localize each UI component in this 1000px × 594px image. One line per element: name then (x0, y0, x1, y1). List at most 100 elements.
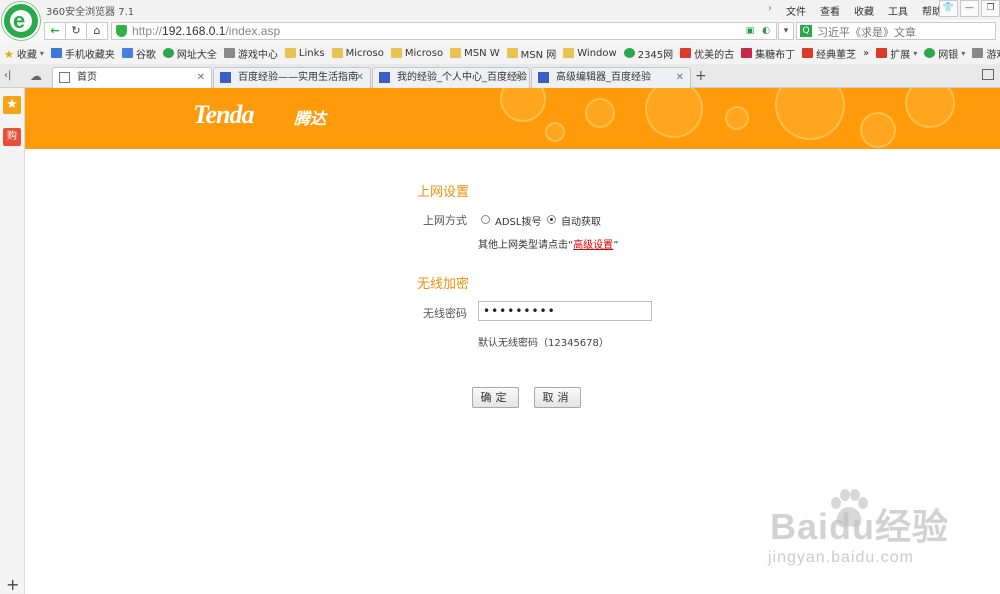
bookmark-classic[interactable]: 经典董芝 (802, 46, 856, 61)
folder-icon (331, 48, 343, 58)
default-password-note: 默认无线密码（12345678） (478, 338, 609, 349)
address-icons: ▣ ◐ (744, 25, 772, 37)
bookmark-bank[interactable]: 网银 ▾ (924, 46, 965, 61)
bookmark-links[interactable]: Links (284, 48, 325, 59)
tab-label: 高级编辑器_百度经验 (556, 72, 651, 83)
chevron-down-icon[interactable]: ▾ (961, 49, 965, 58)
radio-auto[interactable] (547, 215, 556, 224)
bookmark-mobile[interactable]: 手机收藏夹 (50, 46, 115, 61)
url-text[interactable]: http://192.168.0.1/index.asp (132, 24, 280, 38)
baidu-paw-icon (220, 72, 231, 83)
tab-home[interactable]: 首页 ✕ (52, 67, 212, 89)
ok-button[interactable]: 确定 (472, 387, 519, 408)
tab-my-jingyan[interactable]: 我的经验_个人中心_百度经验 ✕ (372, 67, 530, 88)
tab-editor[interactable]: 高级编辑器_百度经验 ✕ (531, 67, 691, 88)
bookmarks-overflow[interactable]: » (863, 48, 869, 59)
close-icon[interactable]: ✕ (197, 68, 205, 87)
decor-bubble (585, 98, 615, 128)
red-s-icon (680, 48, 692, 58)
favorites-star-icon[interactable]: ★ (3, 96, 21, 114)
menu-favorites[interactable]: 收藏 (854, 3, 874, 18)
speed-mode-icon[interactable]: ◐ (760, 25, 772, 37)
search-engine-icon[interactable]: Q (800, 25, 812, 37)
sidebar-add-icon[interactable]: + (6, 575, 19, 594)
radio-auto-label[interactable]: 自动获取 (561, 213, 601, 228)
close-icon[interactable]: ✕ (676, 68, 684, 87)
tenda-banner: Tenda 腾达 (25, 88, 1000, 149)
bookmark-microsoft-2[interactable]: Microso (390, 48, 443, 59)
baidu-watermark-url: jingyan.baidu.com (768, 549, 914, 566)
folder-icon (284, 48, 296, 58)
tenda-logo-cn: 腾达 (294, 109, 327, 128)
wireless-encryption-title: 无线加密 (417, 277, 470, 292)
compat-mode-icon[interactable]: ▣ (744, 25, 756, 37)
minimize-icon[interactable]: — (960, 0, 979, 17)
bookmark-windows[interactable]: Window (563, 48, 617, 59)
cancel-button[interactable]: 取消 (534, 387, 581, 408)
address-row: ← ↻ ⌂ http://192.168.0.1/index.asp ▣ ◐ ▾… (0, 20, 1000, 42)
bookmark-msn-net[interactable]: MSN 网 (506, 46, 556, 61)
wireless-password-input[interactable]: ••••••••• (478, 301, 652, 321)
window-controls: 👕 — ❐ (937, 0, 1000, 17)
shopping-icon[interactable]: 购 (3, 128, 21, 146)
bookmark-poetry[interactable]: 优美的古 (680, 46, 734, 61)
baidu-paw-icon (379, 72, 390, 83)
star-icon: ★ (4, 48, 14, 61)
wireless-password-label: 无线密码 (423, 307, 467, 320)
bookmark-extensions[interactable]: 扩展 ▾ (876, 46, 917, 61)
tab-scroll-left-icon[interactable]: ‹| (4, 70, 11, 81)
radio-adsl[interactable] (481, 215, 490, 224)
search-placeholder: 习近平《求是》文章 (817, 26, 916, 39)
bookmark-msn-w[interactable]: MSN W (450, 48, 500, 59)
browser-logo: e (2, 2, 40, 40)
close-icon[interactable]: ✕ (356, 68, 364, 87)
menu-view[interactable]: 查看 (820, 3, 840, 18)
home-button[interactable]: ⌂ (86, 22, 108, 40)
bookmark-2345[interactable]: 2345网 (623, 46, 673, 61)
tab-list-icon[interactable] (982, 69, 994, 80)
bookmark-microsoft-1[interactable]: Microso (331, 48, 384, 59)
skin-icon[interactable]: 👕 (939, 0, 958, 17)
tab-label: 百度经验——实用生活指南 (238, 72, 358, 83)
chevron-down-icon[interactable]: ▾ (40, 49, 44, 58)
bookmark-game[interactable]: 游戏▾ (972, 46, 1000, 61)
decor-bubble (775, 88, 845, 140)
bookmark-games[interactable]: 游戏中心 (223, 46, 278, 61)
chevron-down-icon[interactable]: ▾ (913, 49, 917, 58)
game-icon (972, 48, 984, 58)
advanced-hint: 其他上网类型请点击“高级设置” (478, 240, 619, 251)
maximize-icon[interactable]: ❐ (981, 0, 1000, 17)
menu-file[interactable]: 文件 (786, 3, 806, 18)
new-tab-icon[interactable]: + (695, 68, 707, 84)
refresh-button[interactable]: ↻ (65, 22, 87, 40)
close-icon[interactable]: ✕ (515, 68, 523, 87)
bookmark-site-nav[interactable]: 网址大全 (162, 46, 217, 61)
phone-icon (50, 48, 62, 58)
folder-icon (563, 48, 575, 58)
tab-baidu-jingyan[interactable]: 百度经验——实用生活指南 ✕ (213, 67, 371, 88)
internet-settings-title: 上网设置 (417, 185, 470, 200)
back-button[interactable]: ← (44, 22, 66, 40)
address-bar[interactable]: http://192.168.0.1/index.asp ▣ ◐ (111, 22, 777, 40)
decor-bubble (905, 88, 955, 128)
e-logo-icon: e (13, 8, 26, 33)
chevron-right-icon[interactable]: › (768, 3, 772, 18)
bookmark-favorites[interactable]: ★ 收藏 ▾ (4, 46, 44, 61)
decor-bubble (725, 106, 749, 130)
google-icon (121, 48, 133, 58)
advanced-settings-link[interactable]: 高级设置 (573, 240, 613, 251)
address-dropdown-icon[interactable]: ▾ (778, 22, 794, 40)
folder-icon (450, 48, 462, 58)
decor-bubble (545, 122, 565, 142)
radio-adsl-label[interactable]: ADSL拨号 (495, 213, 541, 228)
nav-buttons: ← ↻ ⌂ (44, 22, 108, 40)
bookmark-google[interactable]: 谷歌 (121, 46, 156, 61)
bookmarks-bar: ★ 收藏 ▾ 手机收藏夹 谷歌 网址大全 游戏中心 Links Microso Mi… (0, 42, 1000, 64)
cloud-icon[interactable]: ☁ (30, 69, 42, 83)
connection-type-label: 上网方式 (423, 214, 467, 227)
search-box[interactable]: Q 习近平《求是》文章 (796, 22, 996, 40)
security-shield-icon (116, 25, 127, 37)
bookmark-candy[interactable]: 集糖布丁 (741, 46, 795, 61)
tab-label: 首页 (77, 72, 97, 83)
menu-tools[interactable]: 工具 (888, 3, 908, 18)
